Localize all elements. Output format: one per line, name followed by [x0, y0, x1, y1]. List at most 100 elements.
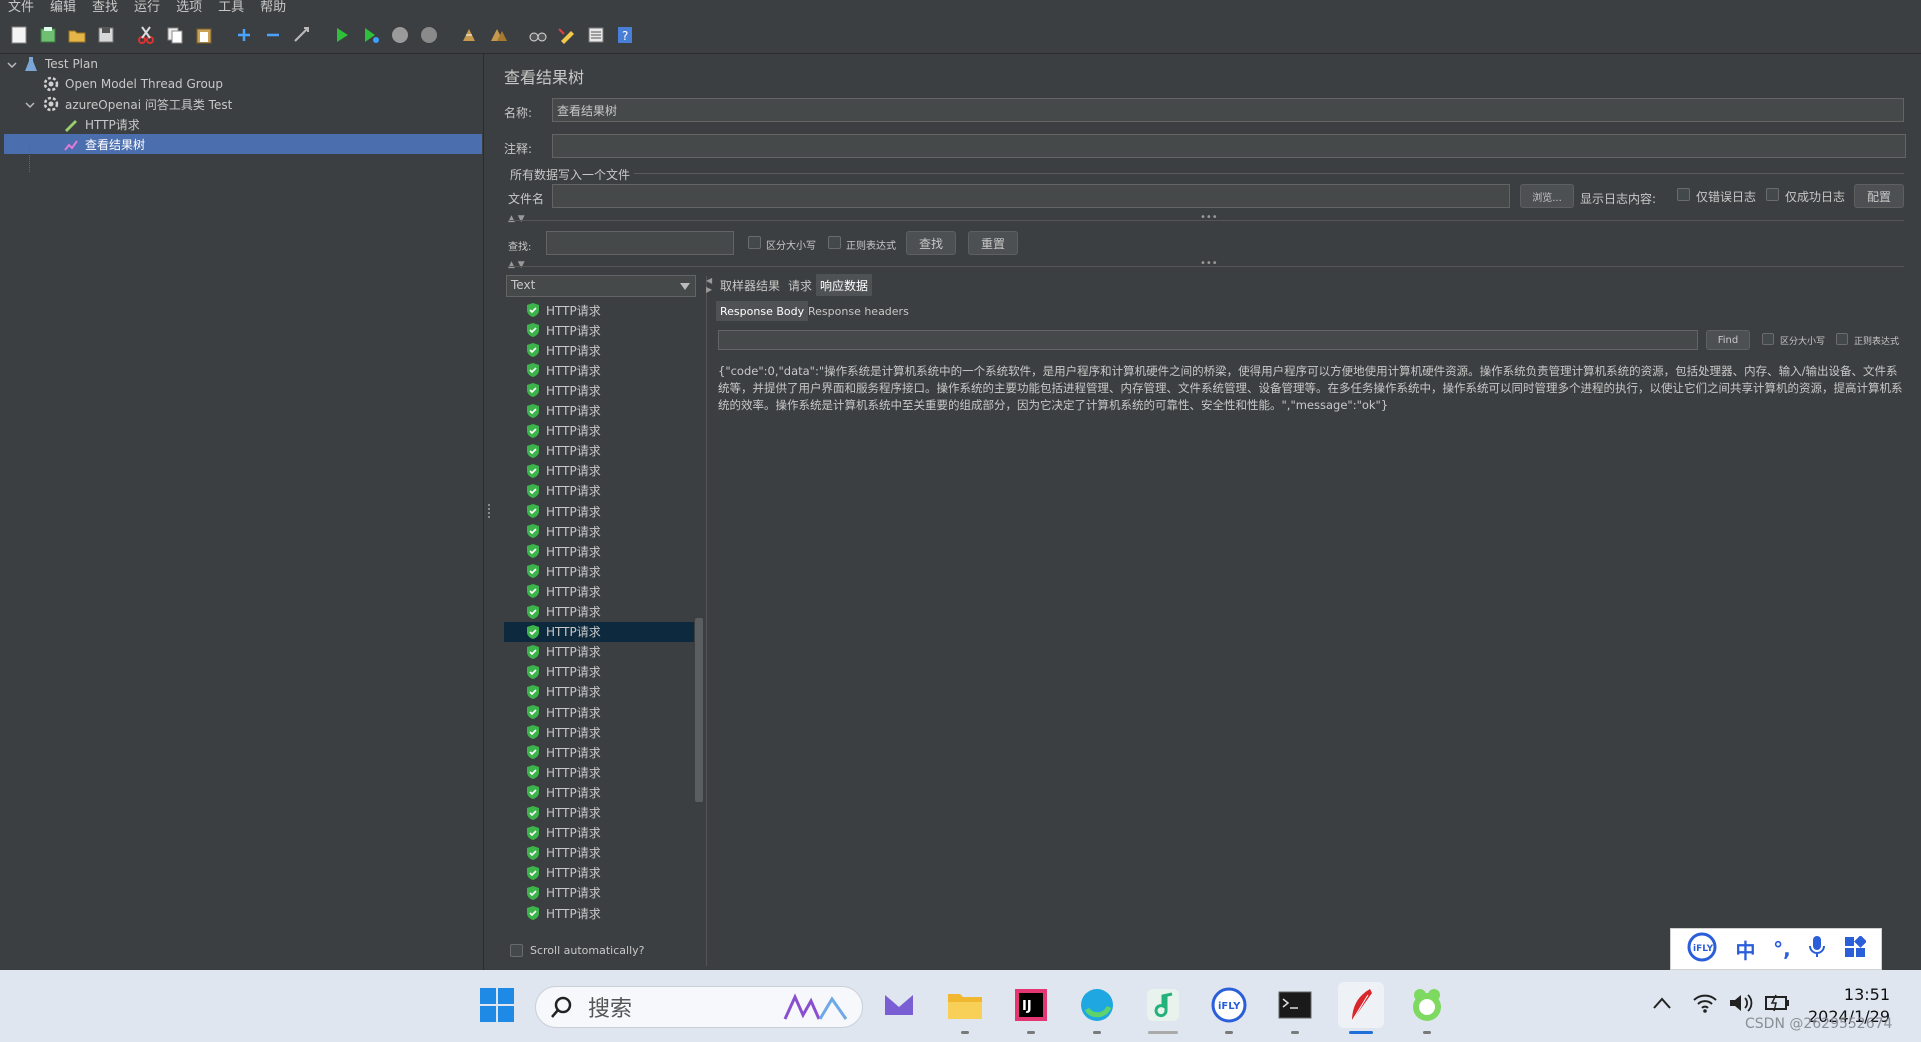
battery-icon[interactable]: [1764, 992, 1792, 1014]
sample-row[interactable]: HTTP请求: [504, 722, 694, 742]
subtab-response-headers[interactable]: Response headers: [804, 301, 913, 321]
sample-row[interactable]: HTTP请求: [504, 501, 694, 521]
taskbar-search[interactable]: 搜索: [535, 986, 863, 1028]
sample-row[interactable]: HTTP请求: [504, 360, 694, 380]
sample-row[interactable]: HTTP请求: [504, 300, 694, 320]
wifi-icon[interactable]: [1692, 992, 1718, 1014]
sample-row[interactable]: HTTP请求: [504, 823, 694, 843]
grid-apps-icon[interactable]: [1844, 934, 1867, 963]
shutdown-icon[interactable]: [416, 22, 442, 48]
open-icon[interactable]: [64, 22, 90, 48]
response-regex-checkbox[interactable]: [1836, 333, 1848, 345]
start-icon[interactable]: [329, 22, 355, 48]
sample-row[interactable]: HTTP请求: [504, 621, 694, 642]
music-app-icon[interactable]: [1140, 982, 1186, 1034]
subtab-response-body[interactable]: Response Body: [716, 301, 809, 321]
mail-icon[interactable]: [876, 982, 922, 1028]
sample-row[interactable]: HTTP请求: [504, 803, 694, 823]
name-field[interactable]: 查看结果树: [552, 98, 1904, 122]
save-icon[interactable]: [93, 22, 119, 48]
filename-field[interactable]: [552, 184, 1510, 208]
volume-icon[interactable]: [1728, 992, 1754, 1014]
sample-row[interactable]: HTTP请求: [504, 441, 694, 461]
collapse-icon[interactable]: [260, 22, 286, 48]
help-icon[interactable]: ?: [612, 22, 638, 48]
chevron-down-icon[interactable]: [24, 99, 36, 111]
sample-row[interactable]: HTTP请求: [504, 521, 694, 541]
reset-button[interactable]: 重置: [968, 231, 1018, 255]
tab-request[interactable]: 请求: [784, 274, 816, 296]
sample-row[interactable]: HTTP请求: [504, 883, 694, 903]
wechat-like-icon[interactable]: [1404, 982, 1450, 1034]
search-input[interactable]: [546, 231, 734, 255]
sample-row[interactable]: HTTP请求: [504, 380, 694, 400]
sample-row[interactable]: HTTP请求: [504, 682, 694, 702]
response-search-input[interactable]: [718, 330, 1698, 350]
stop-icon[interactable]: [387, 22, 413, 48]
sample-row[interactable]: HTTP请求: [504, 782, 694, 802]
configure-button[interactable]: 配置: [1854, 184, 1904, 208]
function-helper-icon[interactable]: [583, 22, 609, 48]
search-icon[interactable]: [525, 22, 551, 48]
sample-row[interactable]: HTTP请求: [504, 642, 694, 662]
response-case-checkbox[interactable]: [1762, 333, 1774, 345]
case-sensitive-checkbox[interactable]: [748, 236, 761, 249]
tree-item-test-plan[interactable]: Test Plan: [22, 54, 482, 74]
sample-row[interactable]: HTTP请求: [504, 461, 694, 481]
sample-row[interactable]: HTTP请求: [504, 561, 694, 581]
renderer-select[interactable]: Text: [506, 275, 696, 297]
expand-icon[interactable]: [231, 22, 257, 48]
reset-search-icon[interactable]: [554, 22, 580, 48]
split-pane-divider[interactable]: [484, 54, 494, 970]
sample-row[interactable]: HTTP请求: [504, 863, 694, 883]
find-button[interactable]: 查找: [906, 231, 956, 255]
cut-icon[interactable]: [133, 22, 159, 48]
sample-row[interactable]: HTTP请求: [504, 662, 694, 682]
tab-response-data[interactable]: 响应数据: [816, 274, 873, 296]
success-only-checkbox[interactable]: [1766, 188, 1779, 201]
sample-row[interactable]: HTTP请求: [504, 581, 694, 601]
tree-item-thread-group[interactable]: Open Model Thread Group: [42, 74, 482, 94]
intellij-icon[interactable]: IJ: [1008, 982, 1054, 1034]
sample-row[interactable]: HTTP请求: [504, 762, 694, 782]
tab-sampler-result[interactable]: 取样器结果: [716, 274, 784, 296]
ime-punctuation[interactable]: °,: [1773, 937, 1791, 961]
comment-field[interactable]: [552, 134, 1906, 158]
menu-item-1[interactable]: 编辑: [42, 0, 84, 16]
clear-icon[interactable]: [456, 22, 482, 48]
terminal-icon[interactable]: [1272, 982, 1318, 1034]
templates-icon[interactable]: [35, 22, 61, 48]
start-no-pauses-icon[interactable]: [358, 22, 384, 48]
browse-button[interactable]: 浏览...: [1520, 184, 1574, 208]
menu-item-0[interactable]: 文件: [0, 0, 42, 16]
sample-row[interactable]: HTTP请求: [504, 843, 694, 863]
regex-checkbox[interactable]: [828, 236, 841, 249]
ifly-app-icon[interactable]: iFLY: [1206, 982, 1252, 1034]
chevron-up-icon[interactable]: [1652, 996, 1672, 1010]
sample-row[interactable]: HTTP请求: [504, 602, 694, 622]
tree-item-view-results-tree[interactable]: 查看结果树: [4, 134, 482, 154]
ifly-logo-icon[interactable]: iFLY: [1686, 931, 1718, 968]
edge-browser-icon[interactable]: [1074, 982, 1120, 1034]
ime-chinese-mode[interactable]: 中: [1736, 935, 1756, 964]
chevron-down-icon[interactable]: [6, 59, 18, 71]
jmeter-feather-icon[interactable]: [1338, 982, 1384, 1034]
menu-item-3[interactable]: 运行: [126, 0, 168, 16]
sample-row[interactable]: HTTP请求: [504, 903, 694, 923]
sample-row[interactable]: HTTP请求: [504, 541, 694, 561]
menu-item-4[interactable]: 选项: [168, 0, 210, 16]
menu-item-5[interactable]: 工具: [210, 0, 252, 16]
toggle-icon[interactable]: [289, 22, 315, 48]
scroll-auto-checkbox[interactable]: [510, 944, 523, 957]
sample-row[interactable]: HTTP请求: [504, 742, 694, 762]
file-explorer-icon[interactable]: [942, 982, 988, 1034]
sample-row[interactable]: HTTP请求: [504, 421, 694, 441]
sample-row[interactable]: HTTP请求: [504, 401, 694, 421]
sample-row[interactable]: HTTP请求: [504, 923, 694, 925]
sample-row[interactable]: HTTP请求: [504, 340, 694, 360]
response-find-button[interactable]: Find: [1706, 330, 1750, 350]
new-icon[interactable]: [6, 22, 32, 48]
sample-row[interactable]: HTTP请求: [504, 702, 694, 722]
menu-item-2[interactable]: 查找: [84, 0, 126, 16]
copy-icon[interactable]: [162, 22, 188, 48]
